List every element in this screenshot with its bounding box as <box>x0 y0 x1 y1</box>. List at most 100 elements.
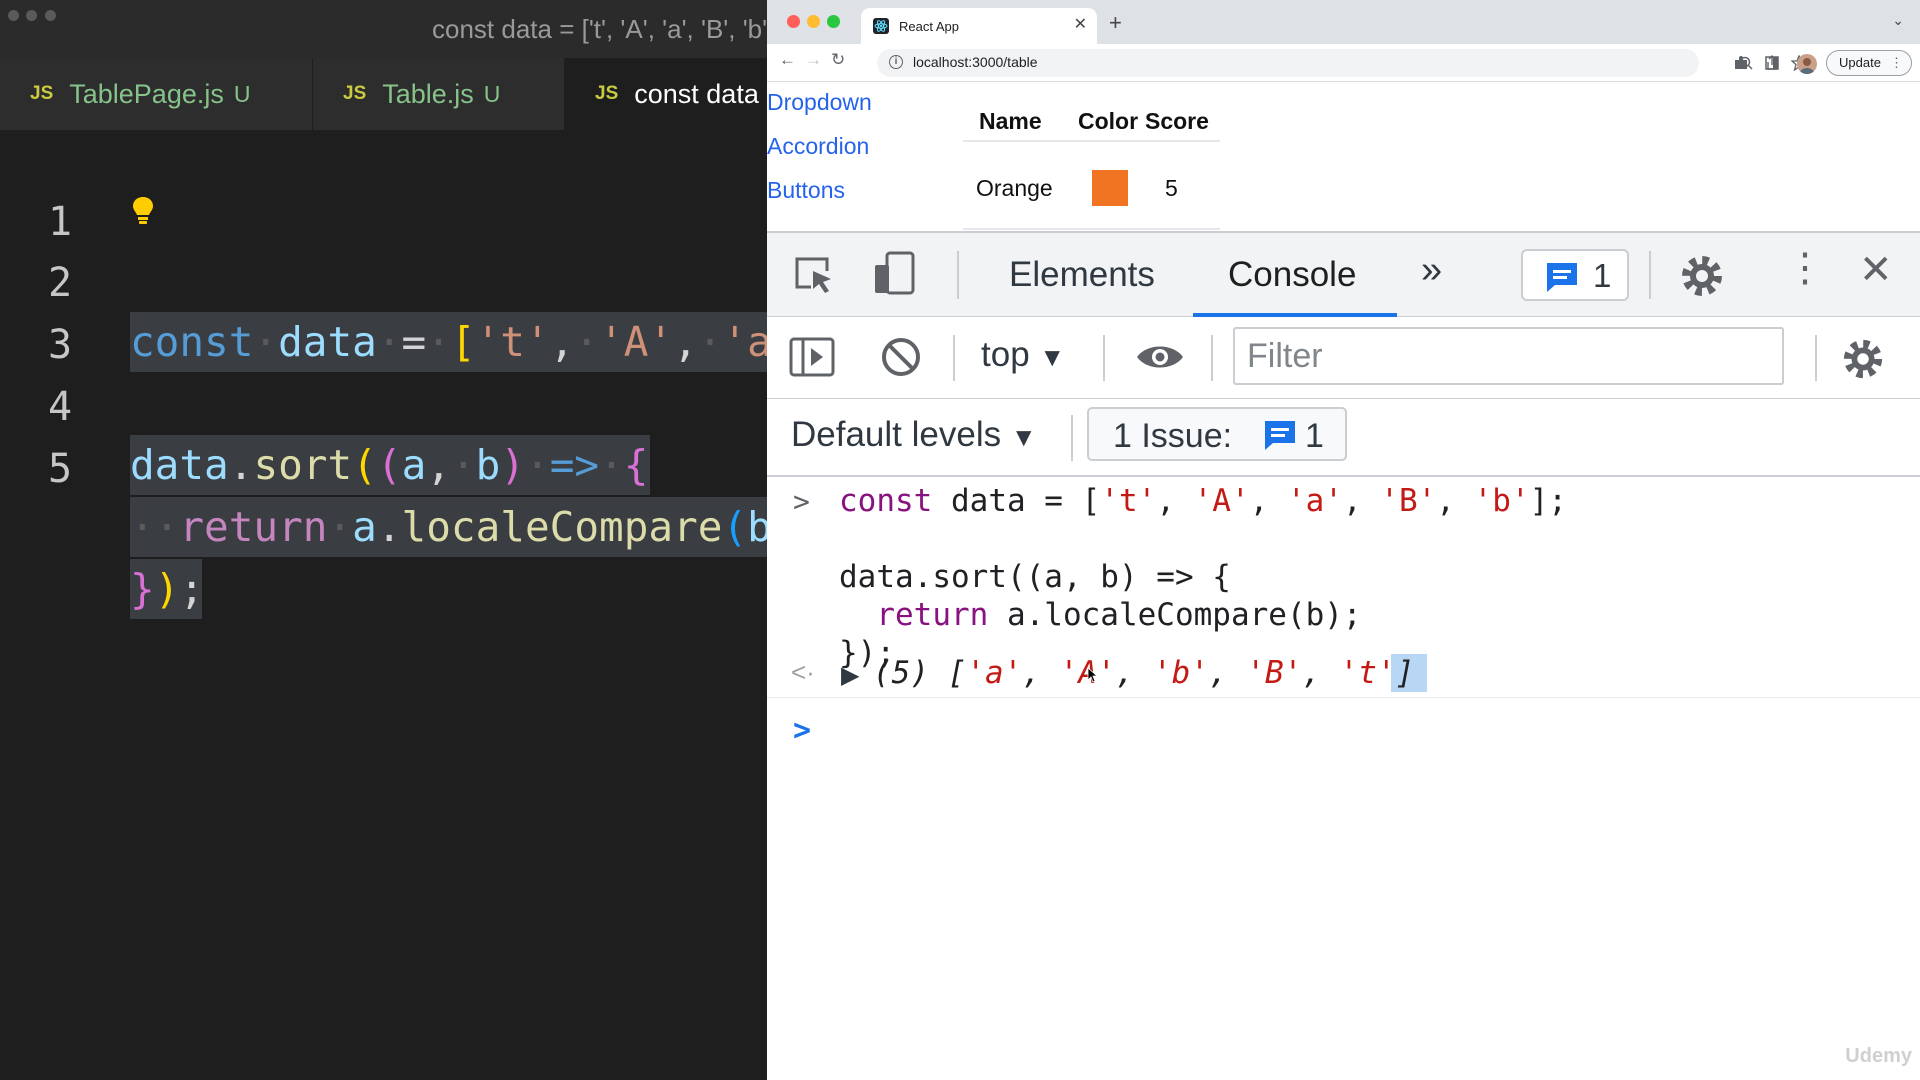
close-window-dot[interactable] <box>787 15 800 28</box>
nav-link-accordion[interactable]: Accordion <box>767 133 869 160</box>
code-text: }); <box>130 565 205 613</box>
console-divider <box>767 697 1920 698</box>
site-info-icon[interactable]: i <box>889 55 903 69</box>
console-output[interactable]: > const data = ['t', 'A', 'a', 'B', 'b']… <box>767 477 1920 1080</box>
result-count: (5) <box>873 655 929 691</box>
new-tab-icon[interactable]: + <box>1109 10 1122 36</box>
result-item: 'b' <box>1152 655 1209 691</box>
inspect-element-icon[interactable] <box>793 255 835 295</box>
clear-console-icon[interactable] <box>879 335 923 379</box>
devtools-panel: Elements Console » 1 ⋮ ✕ top ▼ Filter De… <box>767 231 1920 1080</box>
issues-button[interactable]: 1 Issue: 1 <box>1087 407 1347 461</box>
code-line-1[interactable]: 1 const·data·=·['t',·'A',·'a' <box>0 132 767 372</box>
message-icon <box>1547 263 1577 292</box>
profile-avatar[interactable] <box>1797 54 1817 74</box>
expand-triangle-icon[interactable]: ▶ <box>841 661 859 690</box>
tab-label: const data <box>634 78 759 109</box>
update-button[interactable]: Update ⋮ <box>1826 50 1912 76</box>
device-toolbar-icon[interactable] <box>873 251 917 297</box>
js-file-icon: JS <box>595 83 619 104</box>
console-input-line-4: return a.localeCompare(b); <box>876 597 1362 633</box>
more-tabs-chevron-icon[interactable]: » <box>1421 249 1442 292</box>
result-item: 'B' <box>1246 655 1303 691</box>
issues-label: 1 Issue: <box>1113 417 1233 455</box>
more-options-icon[interactable]: ⋮ <box>1785 245 1825 291</box>
browser-tab-react-app[interactable]: React App ✕ <box>861 8 1097 44</box>
close-tab-icon[interactable]: ✕ <box>1074 17 1087 33</box>
js-file-icon: JS <box>30 83 54 104</box>
filter-input[interactable] <box>1233 327 1784 385</box>
udemy-watermark: Udemy <box>1845 1045 1912 1067</box>
table-header-row: Name Color Score <box>963 108 1220 142</box>
devtools-tab-bar: Elements Console » 1 ⋮ ✕ <box>767 233 1920 317</box>
issue-count: 1 <box>1305 417 1324 455</box>
console-input-line-1: const data = ['t', 'A', 'a', 'B', 'b']; <box>839 483 1567 519</box>
tab-tablepage-js[interactable]: JS TablePage.js U <box>0 58 313 130</box>
sidebar-toggle-icon[interactable] <box>789 337 835 377</box>
code-text: data.sort((a,·b)·=>·{ <box>130 441 649 489</box>
close-devtools-icon[interactable]: ✕ <box>1859 247 1893 293</box>
code-editor: const data = ['t', 'A', 'a', 'B', 'b']; … <box>0 0 767 1080</box>
dropdown-triangle-icon: ▼ <box>1039 342 1066 372</box>
tab-const-data[interactable]: JS const data <box>565 58 767 130</box>
column-header-color[interactable]: Color <box>1078 108 1138 135</box>
editor-tab-bar: JS TablePage.js U JS Table.js U JS const… <box>0 58 767 130</box>
minimize-window-dot[interactable] <box>807 15 820 28</box>
nav-link-dropdown[interactable]: Dropdown <box>767 89 872 116</box>
tab-table-js[interactable]: JS Table.js U <box>313 58 565 130</box>
column-header-name[interactable]: Name <box>979 108 1042 135</box>
line-number: 5 <box>48 446 73 492</box>
kebab-menu-icon[interactable]: ⋮ <box>1890 51 1903 75</box>
context-value: top <box>981 335 1030 374</box>
tab-console[interactable]: Console <box>1228 255 1356 295</box>
code-line-3[interactable]: 3 data.sort((a,·b)·=>·{ <box>0 255 767 495</box>
address-bar[interactable]: i localhost:3000/table <box>877 49 1807 77</box>
context-selector[interactable]: top ▼ <box>981 335 1065 375</box>
code-text: ··return·a.localeCompare(b <box>130 503 767 551</box>
tab-elements[interactable]: Elements <box>1009 255 1155 295</box>
console-levels-bar: Default levels ▼ 1 Issue: 1 <box>767 399 1920 477</box>
code-line-2[interactable]: 2 <box>0 193 767 306</box>
editor-zoom-dot[interactable] <box>45 10 56 21</box>
editor-minimize-dot[interactable] <box>26 10 37 21</box>
page-content: Dropdown Accordion Buttons Name Color Sc… <box>767 83 1920 231</box>
zoom-window-dot[interactable] <box>827 15 840 28</box>
editor-close-dot[interactable] <box>8 10 19 21</box>
settings-gear-icon[interactable] <box>1679 253 1725 299</box>
back-arrow-icon[interactable]: ← <box>779 50 796 70</box>
reload-icon[interactable]: ↻ <box>831 50 845 70</box>
tab-title: React App <box>899 18 959 34</box>
extensions-puzzle-icon[interactable] <box>1733 55 1749 71</box>
levels-label: Default levels <box>791 415 1002 454</box>
mouse-cursor-icon <box>1087 667 1097 683</box>
forward-arrow-icon[interactable]: → <box>805 50 822 70</box>
result-item: 'a' <box>966 655 1023 691</box>
js-file-icon: JS <box>343 83 367 104</box>
tab-label: TablePage.js <box>69 78 224 109</box>
nav-link-buttons[interactable]: Buttons <box>767 177 845 204</box>
live-expression-eye-icon[interactable] <box>1135 341 1185 373</box>
side-panel-icon[interactable] <box>1765 56 1779 70</box>
console-input-line-3: data.sort((a, b) => { <box>839 559 1231 595</box>
console-result[interactable]: (5) ['a', 'A', 'b', 'B', 't'] <box>873 655 1414 691</box>
lightbulb-icon[interactable] <box>132 196 154 226</box>
browser-toolbar: ← → ↻ i localhost:3000/table Update ⋮ <box>767 44 1920 82</box>
console-settings-gear-icon[interactable] <box>1841 337 1885 381</box>
tab-label: Table.js <box>382 78 474 109</box>
browser-tab-strip: React App ✕ + ⌄ <box>767 0 1920 44</box>
update-label: Update <box>1839 55 1881 70</box>
url-text[interactable]: localhost:3000/table <box>913 54 1038 70</box>
result-item: 't' <box>1339 655 1396 691</box>
result-return-arrow-icon: <· <box>791 657 815 687</box>
log-levels-dropdown[interactable]: Default levels ▼ <box>791 415 1037 455</box>
tab-search-chevron-icon[interactable]: ⌄ <box>1892 12 1904 29</box>
untracked-badge: U <box>233 80 251 107</box>
message-icon <box>1265 421 1295 450</box>
console-toolbar: top ▼ <box>767 317 1920 399</box>
issues-counter-button[interactable]: 1 <box>1521 249 1629 301</box>
table-row-divider <box>963 228 1220 230</box>
code-line-5[interactable]: 5 }); <box>0 379 767 619</box>
code-line-4[interactable]: 4 ··return·a.localeCompare(b <box>0 317 767 557</box>
prompt-chevron-icon[interactable]: > <box>793 713 811 748</box>
column-header-score[interactable]: Score <box>1145 108 1209 135</box>
